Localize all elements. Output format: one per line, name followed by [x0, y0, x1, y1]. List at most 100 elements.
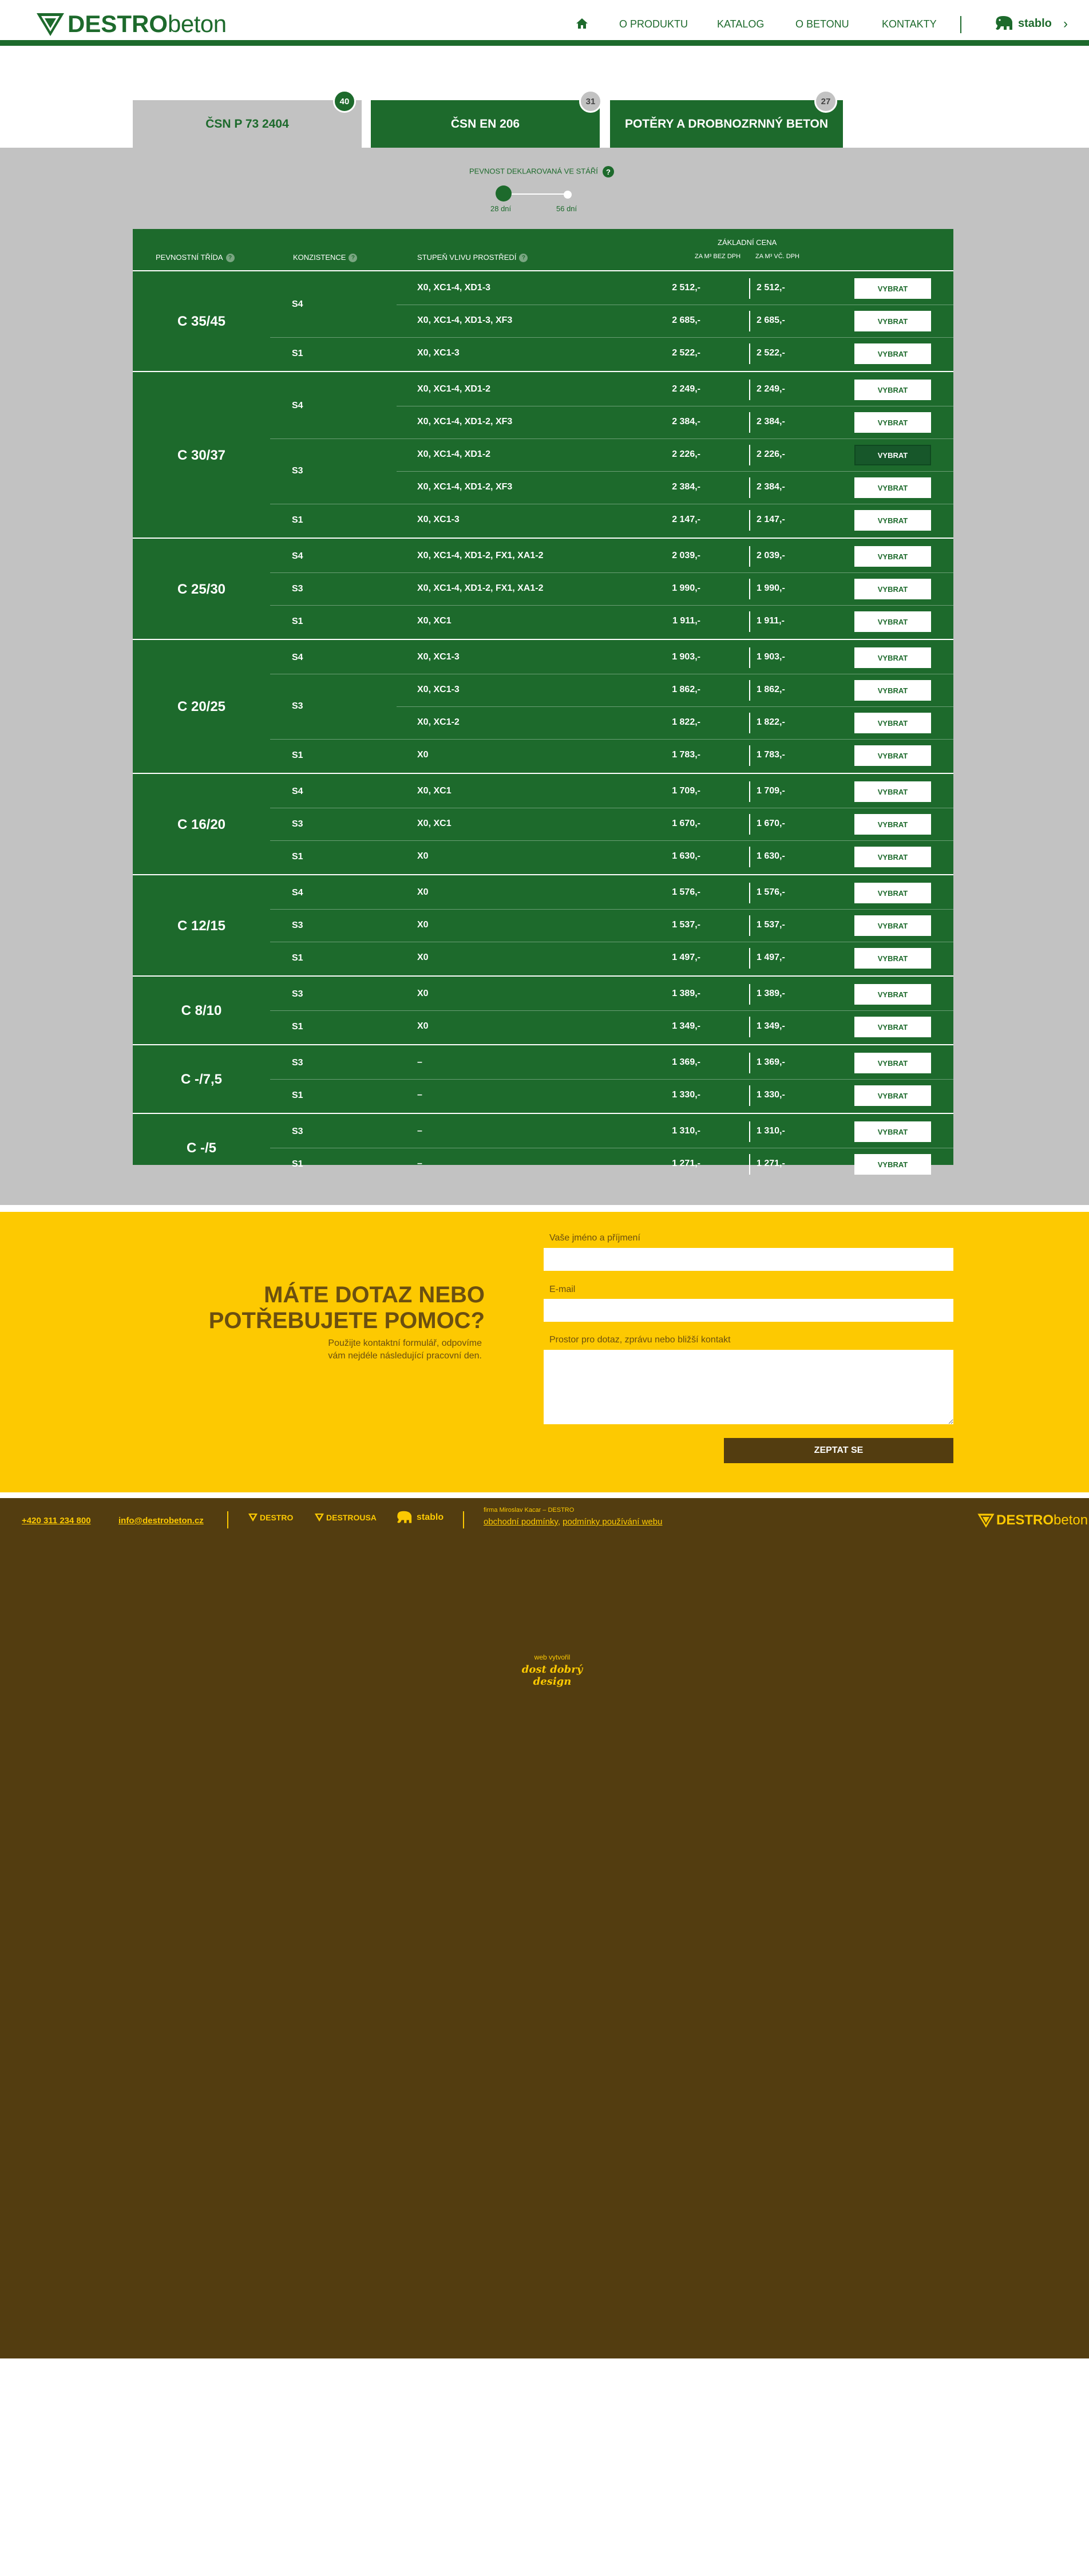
- price-ex-vat: 1 330,-: [672, 1090, 700, 1100]
- select-button[interactable]: VYBRAT: [854, 579, 931, 599]
- select-button[interactable]: VYBRAT: [854, 883, 931, 903]
- consistency-label: S1: [292, 953, 303, 963]
- select-button[interactable]: VYBRAT: [854, 984, 931, 1005]
- row-divider: [270, 337, 953, 338]
- environment-value: X0, XC1-3: [417, 515, 460, 524]
- consistency-label: S3: [292, 583, 303, 594]
- price-separator: [749, 311, 750, 331]
- footer-brand-destro[interactable]: DESTRO: [248, 1513, 293, 1522]
- price-inc-vat: 1 903,-: [757, 652, 785, 662]
- price-inc-vat: 1 537,-: [757, 920, 785, 930]
- strength-class-label: C -/7,5: [180, 1072, 223, 1087]
- select-button[interactable]: VYBRAT: [854, 745, 931, 766]
- select-button[interactable]: VYBRAT: [854, 647, 931, 668]
- select-button[interactable]: VYBRAT: [854, 380, 931, 400]
- strength-slider-track[interactable]: [504, 193, 568, 195]
- select-button[interactable]: VYBRAT: [854, 412, 931, 433]
- price-ex-vat: 1 497,-: [672, 953, 700, 962]
- header-divider: [133, 270, 953, 271]
- select-button[interactable]: VYBRAT: [854, 477, 931, 498]
- nav-kontakty[interactable]: KONTAKTY: [882, 18, 937, 30]
- name-input[interactable]: [544, 1248, 953, 1271]
- consistency-label: S4: [292, 299, 303, 309]
- nav-katalog[interactable]: KATALOG: [717, 18, 764, 30]
- environment-value: X0: [417, 750, 429, 760]
- footer-brand-stablo[interactable]: stablo: [395, 1510, 443, 1525]
- price-ex-vat: 2 685,-: [672, 315, 700, 325]
- group-divider: [133, 975, 953, 977]
- header-consistency: KONZISTENCE?: [293, 253, 358, 263]
- environment-value: X0: [417, 953, 429, 962]
- footer-email[interactable]: info@destrobeton.cz: [118, 1516, 204, 1526]
- select-button[interactable]: VYBRAT: [854, 343, 931, 364]
- row-divider: [397, 471, 953, 472]
- price-separator: [749, 1121, 750, 1142]
- price-ex-vat: 2 384,-: [672, 482, 700, 492]
- select-button[interactable]: VYBRAT: [854, 611, 931, 632]
- select-button[interactable]: VYBRAT: [854, 948, 931, 969]
- select-button[interactable]: VYBRAT: [854, 1085, 931, 1106]
- price-inc-vat: 1 349,-: [757, 1021, 785, 1031]
- group-divider: [133, 639, 953, 640]
- strength-age-label: PEVNOST DEKLAROVANÁ VE STÁŘÍ?: [469, 166, 614, 177]
- select-button[interactable]: VYBRAT: [854, 847, 931, 867]
- footer-logo[interactable]: DESTRO beton: [977, 1512, 1088, 1528]
- home-icon[interactable]: [576, 18, 588, 29]
- row-divider: [270, 840, 953, 841]
- header-environment: STUPEŇ VLIVU PROSTŘEDÍ?: [417, 253, 528, 263]
- agency-credit[interactable]: web vytvořil dost dobrý design: [504, 1653, 601, 1688]
- select-button[interactable]: VYBRAT: [854, 1154, 931, 1175]
- row-divider: [270, 438, 953, 439]
- submit-button[interactable]: ZEPTAT SE: [724, 1438, 953, 1463]
- price-separator: [749, 814, 750, 835]
- group-divider: [133, 1044, 953, 1045]
- select-button[interactable]: VYBRAT: [854, 814, 931, 835]
- strength-slider-knob[interactable]: [496, 185, 512, 202]
- select-button[interactable]: VYBRAT: [854, 546, 931, 567]
- help-icon[interactable]: ?: [602, 166, 614, 177]
- strength-class-label: C 25/30: [177, 581, 226, 597]
- group-divider: [133, 371, 953, 372]
- nav-o-produktu[interactable]: O PRODUKTU: [619, 18, 688, 30]
- price-separator: [749, 847, 750, 867]
- help-icon[interactable]: ?: [519, 254, 528, 263]
- consistency-label: S4: [292, 652, 303, 662]
- stablo-link[interactable]: stablo: [994, 15, 1052, 32]
- select-button[interactable]: VYBRAT: [854, 510, 931, 531]
- email-input[interactable]: [544, 1299, 953, 1322]
- select-button[interactable]: VYBRAT: [854, 1121, 931, 1142]
- chevron-right-icon[interactable]: ›: [1063, 16, 1068, 32]
- price-inc-vat: 1 783,-: [757, 750, 785, 760]
- message-textarea[interactable]: [544, 1350, 953, 1424]
- price-inc-vat: 1 670,-: [757, 819, 785, 828]
- select-button[interactable]: VYBRAT: [854, 278, 931, 299]
- select-button[interactable]: VYBRAT: [854, 915, 931, 936]
- price-ex-vat: 1 389,-: [672, 989, 700, 998]
- tab-csn-en-206[interactable]: ČSN EN 206 31: [371, 90, 602, 148]
- select-button[interactable]: VYBRAT: [854, 1017, 931, 1037]
- help-icon[interactable]: ?: [349, 254, 358, 263]
- destro-triangle-icon: [315, 1514, 324, 1522]
- web-terms-link[interactable]: podmínky používání webu: [563, 1517, 662, 1527]
- help-icon[interactable]: ?: [225, 254, 235, 263]
- footer-brand-destrousa[interactable]: DESTROUSA: [315, 1513, 377, 1522]
- nav-o-betonu[interactable]: O BETONU: [795, 18, 849, 30]
- footer-phone[interactable]: +420 311 234 800: [22, 1516, 91, 1526]
- site-logo[interactable]: DESTRObeton: [35, 10, 227, 38]
- environment-value: –: [417, 1057, 422, 1067]
- select-button[interactable]: VYBRAT: [854, 781, 931, 802]
- select-button[interactable]: VYBRAT: [854, 1053, 931, 1073]
- strength-slider-option-56[interactable]: [564, 191, 572, 199]
- terms-link[interactable]: obchodní podmínky: [484, 1517, 558, 1527]
- select-button[interactable]: VYBRAT: [854, 445, 931, 465]
- tab-potery[interactable]: POTĚRY A DROBNOZRNNÝ BETON 27: [610, 90, 843, 148]
- tab-csn-p-73-2404[interactable]: ČSN P 73 2404 40: [133, 90, 362, 148]
- select-button[interactable]: VYBRAT: [854, 680, 931, 701]
- price-ex-vat: 1 903,-: [672, 652, 700, 662]
- price-inc-vat: 1 630,-: [757, 851, 785, 861]
- price-separator: [749, 745, 750, 766]
- select-button[interactable]: VYBRAT: [854, 311, 931, 331]
- consistency-label: S1: [292, 750, 303, 760]
- price-separator: [749, 948, 750, 969]
- select-button[interactable]: VYBRAT: [854, 713, 931, 733]
